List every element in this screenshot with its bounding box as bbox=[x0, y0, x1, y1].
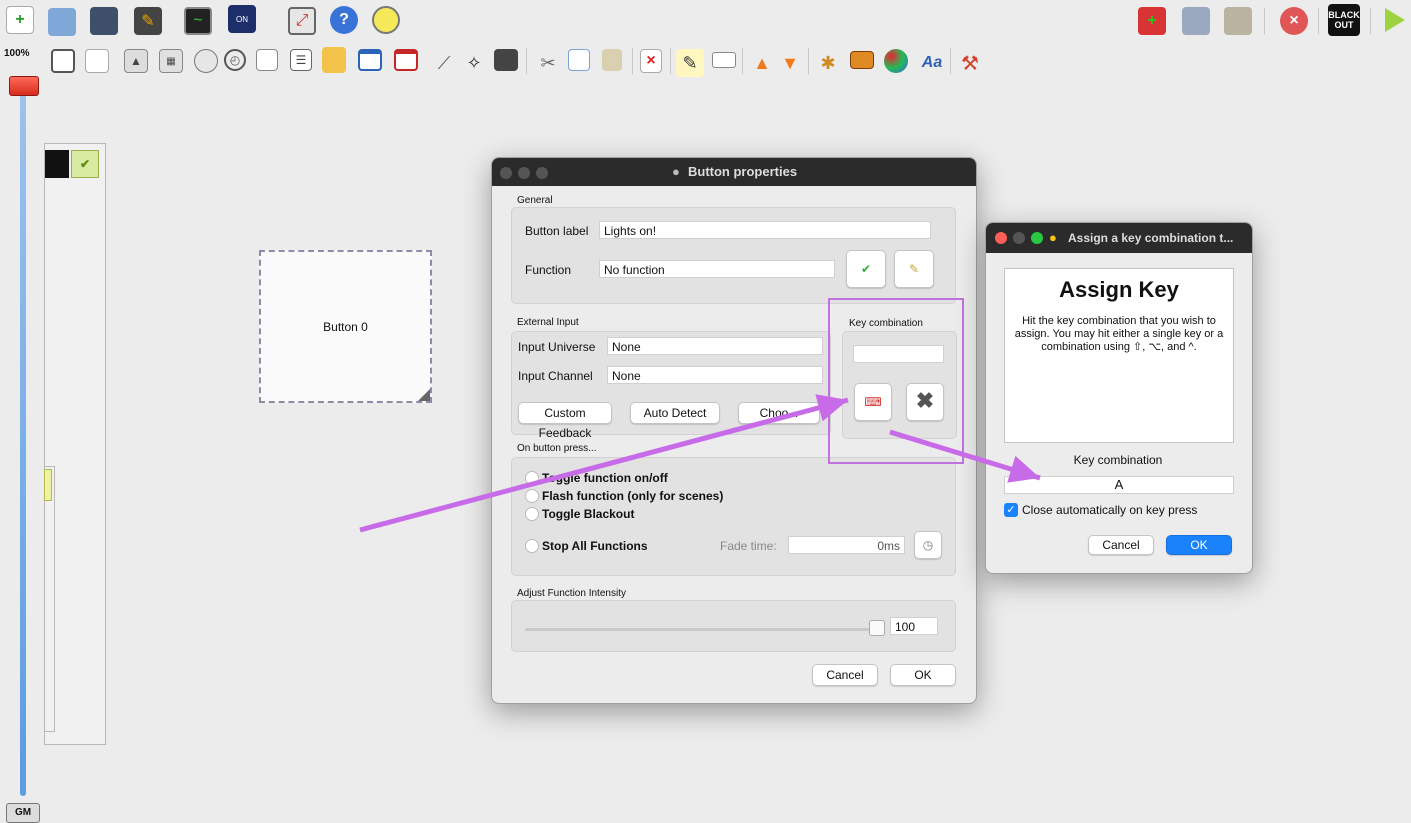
annotation-arrows bbox=[359, 394, 1041, 533]
arrow-to-key-button-shaft bbox=[359, 397, 849, 533]
arrow-to-key-button-head bbox=[815, 394, 848, 422]
arrow-to-assign-key-head bbox=[1007, 455, 1040, 483]
